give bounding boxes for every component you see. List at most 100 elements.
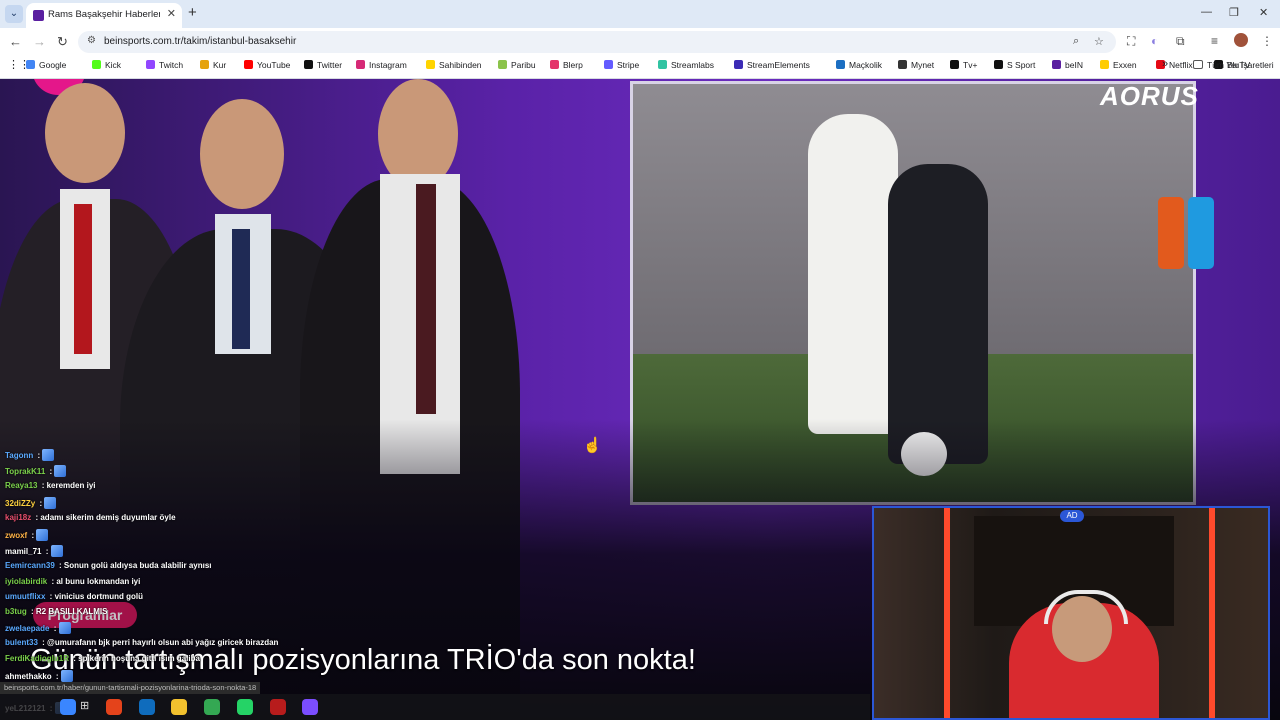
reload-icon[interactable]: ↻ bbox=[57, 34, 68, 50]
chat-emote-icon bbox=[36, 529, 49, 541]
streamlabs-icon bbox=[658, 60, 667, 69]
bookmark-tv-[interactable]: Tv+ bbox=[950, 60, 977, 74]
chat-username[interactable]: Reaya13 bbox=[5, 481, 37, 490]
chat-username[interactable]: zwelaepade bbox=[5, 624, 49, 633]
twitch-icon bbox=[146, 60, 155, 69]
instagram-icon bbox=[356, 60, 365, 69]
obs-icon[interactable] bbox=[270, 699, 286, 715]
chat-username[interactable]: umuutflixx bbox=[5, 592, 45, 601]
bookmark-twitch[interactable]: Twitch bbox=[146, 60, 183, 74]
chat-emote-icon bbox=[44, 497, 57, 509]
sponsor-logo: AORUS bbox=[1100, 81, 1199, 111]
zoom-icon[interactable]: ⌕ bbox=[1073, 35, 1079, 48]
bookmark-stripe[interactable]: Stripe bbox=[604, 60, 639, 74]
active-tab[interactable]: Rams Başakşehir Haberleri - Tra ✕ bbox=[26, 3, 182, 28]
task-view-icon[interactable]: ⊞ bbox=[80, 699, 96, 715]
bookmark-twitter[interactable]: Twitter bbox=[304, 60, 342, 74]
bookmark-mynet[interactable]: Mynet bbox=[898, 60, 934, 74]
chat-emote-icon bbox=[54, 465, 67, 477]
s-sport-icon bbox=[994, 60, 1003, 69]
chat-username[interactable]: FerdiKadioglu1R bbox=[5, 654, 69, 663]
chat-message: mamil_71 : bbox=[5, 545, 63, 557]
tab-search-button[interactable]: ⌄ bbox=[5, 5, 23, 23]
chat-username[interactable]: ahmethakko bbox=[5, 672, 52, 681]
chat-username[interactable]: ToprakK11 bbox=[5, 467, 45, 476]
exxen-icon bbox=[1100, 60, 1109, 69]
extensions-puzzle-icon[interactable]: ⧉ bbox=[1176, 34, 1185, 49]
bein-icon bbox=[1052, 60, 1061, 69]
menu-icon[interactable]: ⋮ bbox=[1261, 34, 1273, 48]
bookmark-youtube[interactable]: YouTube bbox=[244, 60, 290, 74]
bookmark-label: Mynet bbox=[911, 60, 935, 70]
tv--icon bbox=[950, 60, 959, 69]
minimize-icon[interactable]: — bbox=[1201, 6, 1212, 18]
chat-text: @umurafann bjk perri hayırlı olsun abi y… bbox=[47, 638, 279, 647]
bookmark-sahibinden[interactable]: Sahibinden bbox=[426, 60, 482, 74]
bookmark-instagram[interactable]: Instagram bbox=[356, 60, 407, 74]
bookmark-streamlabs[interactable]: Streamlabs bbox=[658, 60, 714, 74]
url-text[interactable]: beinsports.com.tr/takim/istanbul-basakse… bbox=[104, 36, 296, 47]
chat-separator: : bbox=[37, 499, 45, 508]
chat-message: zwelaepade : bbox=[5, 622, 71, 634]
close-window-icon[interactable]: ✕ bbox=[1259, 6, 1268, 19]
more-bookmarks-icon[interactable]: » bbox=[1162, 58, 1168, 72]
all-bookmarks-label: Tüm Yer İşaretleri bbox=[1207, 60, 1274, 70]
bookmark-star-icon[interactable]: ☆ bbox=[1094, 35, 1104, 48]
screenshot-icon[interactable]: ⛶ bbox=[1127, 34, 1135, 49]
bookmark-bein[interactable]: beIN bbox=[1052, 60, 1083, 74]
bookmark-label: Twitch bbox=[159, 60, 184, 70]
chat-username[interactable]: kaji18z bbox=[5, 513, 31, 522]
chat-username[interactable]: mamil_71 bbox=[5, 547, 41, 556]
chat-separator: : bbox=[39, 638, 48, 647]
all-bookmarks-folder[interactable]: Tüm Yer İşaretleri bbox=[1193, 60, 1274, 74]
bookmark-s-sport[interactable]: S Sport bbox=[994, 60, 1035, 74]
chat-username[interactable]: Eemircann39 bbox=[5, 561, 55, 570]
chat-username[interactable]: b3tug bbox=[5, 607, 27, 616]
bookmarks-bar: ⋮⋮ Google Kick Twitch Kur YouTube Twitter Inst… bbox=[0, 56, 1280, 79]
edge-icon[interactable] bbox=[139, 699, 155, 715]
site-info-icon[interactable]: ⚙ bbox=[87, 35, 96, 46]
bookmark-ma-kolik[interactable]: Maçkolik bbox=[836, 60, 882, 74]
twitter-taskbar-icon[interactable] bbox=[60, 699, 76, 715]
bookmark-google[interactable]: Google bbox=[26, 60, 66, 74]
reading-list-icon[interactable]: ≡ bbox=[1211, 34, 1218, 48]
bookmark-label: Stripe bbox=[617, 60, 640, 70]
file-explorer-icon[interactable] bbox=[171, 699, 187, 715]
bookmark-label: Kick bbox=[105, 60, 122, 70]
chat-username[interactable]: Tagonn bbox=[5, 451, 33, 460]
office-icon[interactable] bbox=[106, 699, 122, 715]
chat-username[interactable]: 32diZZy bbox=[5, 499, 35, 508]
close-tab-icon[interactable]: ✕ bbox=[167, 7, 176, 20]
bookmark-kick[interactable]: Kick bbox=[92, 60, 121, 74]
profile-avatar[interactable] bbox=[1234, 33, 1248, 47]
sahibinden-icon bbox=[426, 60, 435, 69]
bookmark-paribu[interactable]: Paribu bbox=[498, 60, 536, 74]
bookmark-exxen[interactable]: Exxen bbox=[1100, 60, 1137, 74]
chat-separator: : bbox=[35, 451, 43, 460]
discord-icon[interactable] bbox=[302, 699, 318, 715]
bookmark-streamelements[interactable]: StreamElements bbox=[734, 60, 810, 74]
extension-icon[interactable]: ◐ bbox=[1151, 34, 1158, 48]
bookmark-kur[interactable]: Kur bbox=[200, 60, 226, 74]
chat-username[interactable]: iyiolabirdik bbox=[5, 577, 47, 586]
chat-emote-icon bbox=[50, 545, 63, 557]
led-strip-right bbox=[1209, 508, 1215, 718]
bookmark-blerp[interactable]: Blerp bbox=[550, 60, 583, 74]
bookmark-label: Exxen bbox=[1113, 60, 1137, 70]
bookmark-label: Netflix bbox=[1169, 60, 1193, 70]
chat-emote-icon bbox=[42, 449, 55, 461]
address-bar[interactable]: ⚙ beinsports.com.tr/takim/istanbul-basak… bbox=[78, 31, 1116, 53]
whatsapp-icon[interactable] bbox=[237, 699, 253, 715]
chrome-icon[interactable] bbox=[204, 699, 220, 715]
chat-username[interactable]: bulent33 bbox=[5, 638, 38, 647]
new-tab-button[interactable]: + bbox=[188, 4, 197, 21]
chat-text: vinicius dortmund golü bbox=[54, 592, 144, 601]
chat-message: bulent33 : @umurafann bjk perri hayırlı … bbox=[5, 638, 278, 647]
stream-logo-icon: AD bbox=[1060, 510, 1084, 522]
forward-icon[interactable]: → bbox=[33, 34, 46, 49]
chat-text: keremden iyi bbox=[46, 481, 96, 490]
back-icon[interactable]: ← bbox=[9, 34, 22, 49]
bookmark-label: Twitter bbox=[317, 60, 343, 70]
restore-icon[interactable]: ❐ bbox=[1229, 6, 1239, 19]
chat-username[interactable]: zwoxf bbox=[5, 531, 27, 540]
